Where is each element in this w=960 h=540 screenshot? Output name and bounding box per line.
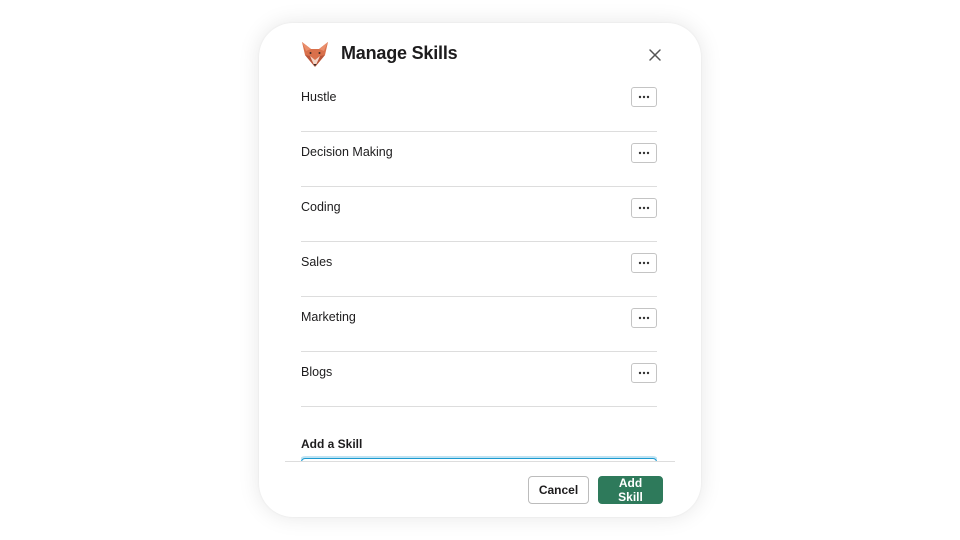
skill-label: Coding <box>301 200 341 214</box>
skill-row-decision-making: Decision Making <box>301 132 657 187</box>
skill-label: Decision Making <box>301 145 393 159</box>
skill-more-button[interactable] <box>631 143 657 163</box>
skills-list: Hustle Decision Making Coding Sales Mark… <box>301 85 657 461</box>
manage-skills-modal: Manage Skills Hustle Decision Making Cod… <box>259 23 701 517</box>
more-horizontal-icon <box>638 151 650 155</box>
skill-more-button[interactable] <box>631 308 657 328</box>
skill-label: Hustle <box>301 90 337 104</box>
modal-title: Manage Skills <box>341 43 458 63</box>
more-horizontal-icon <box>638 316 650 320</box>
modal-header: Manage Skills <box>259 23 701 85</box>
skill-label: Blogs <box>301 365 333 379</box>
fox-logo-icon <box>302 42 328 67</box>
skill-more-button[interactable] <box>631 363 657 383</box>
skill-more-button[interactable] <box>631 253 657 273</box>
more-horizontal-icon <box>638 261 650 265</box>
more-horizontal-icon <box>638 206 650 210</box>
skill-more-button[interactable] <box>631 87 657 107</box>
add-skill-button[interactable]: Add Skill <box>598 476 663 504</box>
skill-more-button[interactable] <box>631 198 657 218</box>
footer-divider <box>285 461 675 462</box>
more-horizontal-icon <box>638 95 650 99</box>
skill-row-hustle: Hustle <box>301 85 657 132</box>
skill-row-sales: Sales <box>301 242 657 297</box>
skill-label: Marketing <box>301 310 356 324</box>
skill-row-marketing: Marketing <box>301 297 657 352</box>
cancel-button[interactable]: Cancel <box>528 476 589 504</box>
skill-row-coding: Coding <box>301 187 657 242</box>
close-icon[interactable] <box>645 45 665 65</box>
skill-row-blogs: Blogs <box>301 352 657 407</box>
add-skill-label: Add a Skill <box>301 437 363 451</box>
skill-label: Sales <box>301 255 333 269</box>
more-horizontal-icon <box>638 371 650 375</box>
